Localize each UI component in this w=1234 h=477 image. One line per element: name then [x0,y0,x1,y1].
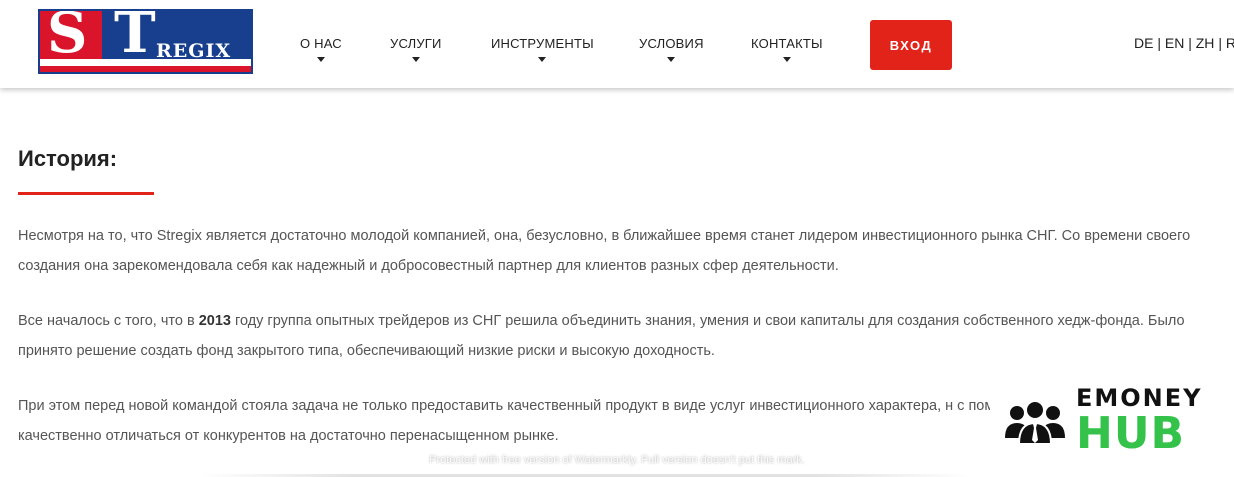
nav-item-label: ИНСТРУМЕНТЫ [491,36,594,51]
site-header: S T REGIX О НАС УСЛУГИ ИНСТРУМЕНТЫ УСЛОВ… [0,0,1234,88]
paragraph-text: Все началось с того, что в [18,313,199,329]
title-underline [18,192,154,195]
badge-title: EMONEY [1076,384,1203,412]
nav-item-label: О НАС [300,36,342,51]
caret-down-icon [782,57,791,62]
nav-item-label: КОНТАКТЫ [751,36,823,51]
caret-down-icon [538,57,547,62]
nav-item-label: УСЛОВИЯ [639,36,704,51]
logo-letter-t: T [114,9,156,66]
nav-item-conditions[interactable]: УСЛОВИЯ [639,36,704,62]
logo-text: REGIX [156,40,232,62]
emoney-hub-badge: EMONEY HUB [990,378,1220,468]
history-paragraph-2: Все началось с того, что в 2013 году гру… [18,306,1208,366]
lang-ru[interactable]: R [1226,35,1234,51]
caret-down-icon [667,57,676,62]
nav-item-instruments[interactable]: ИНСТРУМЕНТЫ [491,36,594,62]
lang-separator: | [1188,35,1196,51]
lang-separator: | [1157,35,1165,51]
caret-down-icon [316,57,325,62]
lang-de[interactable]: DE [1134,35,1153,51]
login-button[interactable]: ВХОД [870,20,952,70]
language-switcher: DE | EN | ZH | R [1134,35,1234,51]
history-paragraph-1: Несмотря на то, что Stregix является дос… [18,228,1191,274]
lang-separator: | [1218,35,1226,51]
logo-red-stripe [40,66,251,72]
nav-item-about[interactable]: О НАС [300,36,342,62]
users-group-icon [1005,400,1065,445]
page-title: История: [18,146,118,171]
badge-subtitle: HUB [1076,408,1186,459]
nav-item-contacts[interactable]: КОНТАКТЫ [751,36,823,62]
caret-down-icon [411,57,420,62]
logo-letter-s: S [47,9,88,66]
lang-en[interactable]: EN [1165,35,1184,51]
stregix-logo[interactable]: S T REGIX [38,9,253,74]
nav-item-services[interactable]: УСЛУГИ [390,36,442,62]
lang-zh[interactable]: ZH [1196,35,1215,51]
founding-year: 2013 [198,313,231,329]
nav-item-label: УСЛУГИ [390,36,442,51]
